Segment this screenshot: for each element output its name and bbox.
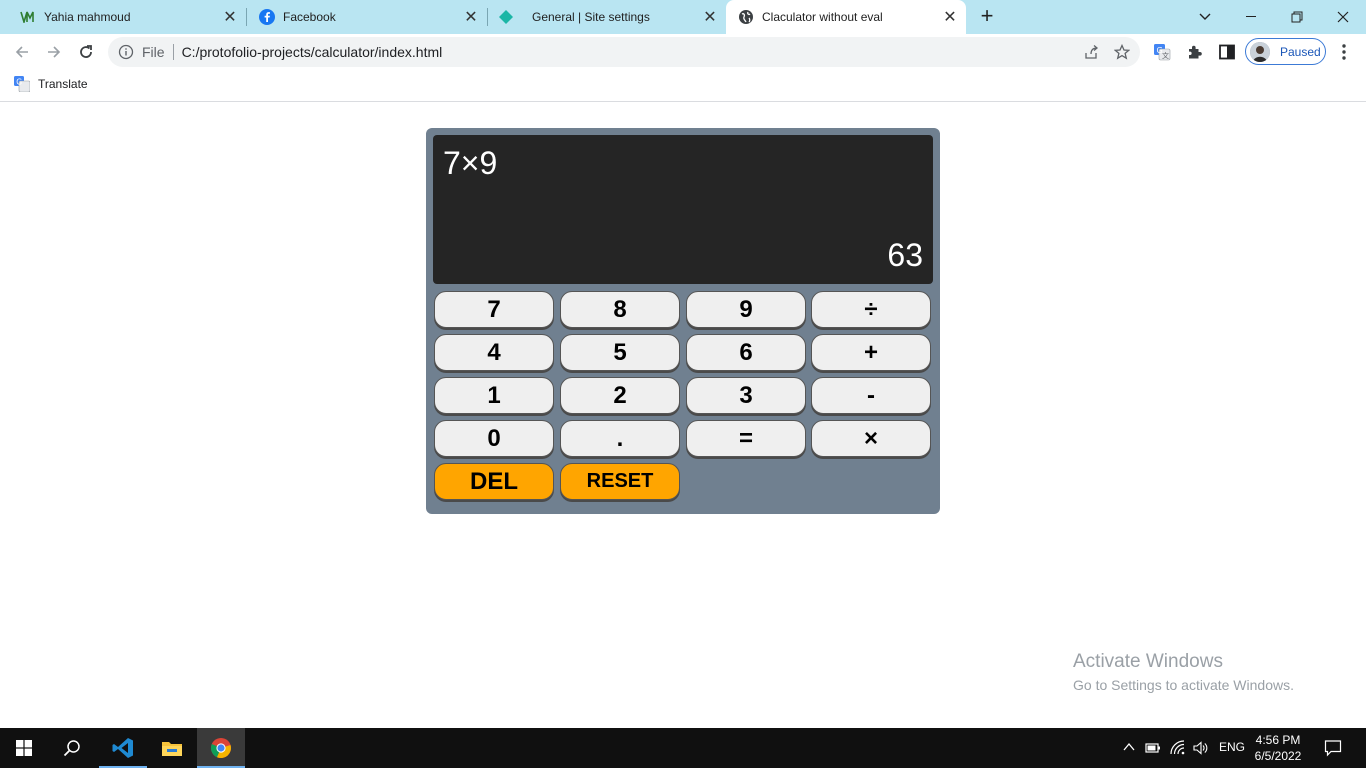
tab-title: Yahia mahmoud bbox=[44, 10, 131, 24]
key-3[interactable]: 3 bbox=[686, 377, 806, 414]
tab-title: Facebook bbox=[283, 10, 336, 24]
diamond-icon bbox=[498, 9, 514, 25]
close-tab-icon[interactable]: ✕ bbox=[700, 7, 720, 27]
key-multiply[interactable]: × bbox=[811, 420, 931, 457]
bookmark-translate[interactable]: G Translate bbox=[14, 76, 88, 92]
del-button[interactable]: DEL bbox=[434, 463, 554, 500]
restore-icon[interactable] bbox=[1274, 0, 1320, 34]
search-icon[interactable] bbox=[48, 728, 96, 768]
key-minus[interactable]: - bbox=[811, 377, 931, 414]
key-7[interactable]: 7 bbox=[434, 291, 554, 328]
address-bar[interactable]: File C:/protofolio-projects/calculator/i… bbox=[108, 37, 1140, 67]
file-explorer-icon[interactable] bbox=[148, 728, 196, 768]
facebook-icon bbox=[259, 9, 275, 25]
more-menu-icon[interactable] bbox=[1336, 42, 1352, 62]
url-text[interactable]: C:/protofolio-projects/calculator/index.… bbox=[182, 44, 443, 60]
reload-button[interactable] bbox=[72, 38, 100, 66]
key-decimal[interactable]: . bbox=[560, 420, 680, 457]
minimize-icon[interactable] bbox=[1228, 0, 1274, 34]
key-8[interactable]: 8 bbox=[560, 291, 680, 328]
reset-button[interactable]: RESET bbox=[560, 463, 680, 500]
info-icon[interactable] bbox=[118, 44, 134, 60]
key-4[interactable]: 4 bbox=[434, 334, 554, 371]
language-indicator[interactable]: ENG bbox=[1219, 740, 1245, 754]
watermark-title: Activate Windows bbox=[1073, 651, 1223, 672]
back-button[interactable] bbox=[8, 38, 36, 66]
tab-facebook[interactable]: Facebook ✕ bbox=[247, 0, 487, 34]
clock-date: 6/5/2022 bbox=[1254, 749, 1302, 763]
clock-time: 4:56 PM bbox=[1255, 733, 1301, 747]
key-5[interactable]: 5 bbox=[560, 334, 680, 371]
tab-yahia-mahmoud[interactable]: Yahia mahmoud ✕ bbox=[0, 0, 246, 34]
show-hidden-icons-icon[interactable] bbox=[1123, 742, 1135, 752]
tab-strip: Yahia mahmoud ✕ Facebook ✕ General | Sit… bbox=[0, 0, 1366, 34]
wifi-icon[interactable] bbox=[1170, 740, 1186, 756]
tab-title: Claculator without eval bbox=[762, 10, 883, 24]
volume-icon[interactable] bbox=[1192, 740, 1208, 756]
key-1[interactable]: 1 bbox=[434, 377, 554, 414]
google-translate-icon: G bbox=[14, 76, 30, 92]
close-window-icon[interactable] bbox=[1320, 0, 1366, 34]
key-9[interactable]: 9 bbox=[686, 291, 806, 328]
result-display: 63 bbox=[887, 237, 923, 273]
key-0[interactable]: 0 bbox=[434, 420, 554, 457]
close-tab-icon[interactable]: ✕ bbox=[461, 7, 481, 27]
google-translate-icon[interactable]: G文 bbox=[1153, 43, 1171, 61]
svg-text:文: 文 bbox=[1162, 51, 1169, 60]
tab-search-chevron-icon[interactable] bbox=[1182, 0, 1228, 34]
bookmark-star-icon[interactable] bbox=[1114, 44, 1130, 60]
key-2[interactable]: 2 bbox=[560, 377, 680, 414]
extensions-puzzle-icon[interactable] bbox=[1186, 43, 1204, 61]
browser-toolbar: File C:/protofolio-projects/calculator/i… bbox=[0, 34, 1366, 70]
clock[interactable]: 4:56 PM 6/5/2022 bbox=[1250, 732, 1306, 764]
ym-logo-icon bbox=[20, 9, 36, 25]
calculator-display: 7×9 63 bbox=[433, 135, 933, 284]
calculator: 7×9 63 7 8 9 ÷ 4 5 6 + 1 2 3 - 0 . = × D… bbox=[426, 128, 940, 514]
chrome-icon[interactable] bbox=[197, 728, 245, 768]
bookmark-label: Translate bbox=[38, 77, 88, 91]
side-panel-icon[interactable] bbox=[1218, 43, 1236, 61]
close-tab-icon[interactable]: ✕ bbox=[940, 7, 960, 27]
profile-button[interactable]: Paused bbox=[1245, 38, 1326, 65]
tab-site-settings[interactable]: General | Site settings ✕ bbox=[488, 0, 726, 34]
share-icon[interactable] bbox=[1083, 44, 1099, 60]
url-separator bbox=[172, 44, 174, 60]
vscode-icon[interactable] bbox=[99, 728, 147, 768]
activate-windows-watermark: Activate Windows Go to Settings to activ… bbox=[1073, 651, 1294, 693]
tab-calculator[interactable]: Claculator without eval ✕ bbox=[726, 0, 966, 34]
key-6[interactable]: 6 bbox=[686, 334, 806, 371]
tab-title: General | Site settings bbox=[532, 10, 650, 24]
forward-button[interactable] bbox=[40, 38, 68, 66]
url-scheme-label: File bbox=[142, 44, 165, 60]
key-plus[interactable]: + bbox=[811, 334, 931, 371]
notifications-icon[interactable] bbox=[1324, 739, 1342, 757]
globe-icon bbox=[738, 9, 754, 25]
key-divide[interactable]: ÷ bbox=[811, 291, 931, 328]
battery-icon[interactable] bbox=[1145, 741, 1161, 755]
watermark-subtitle: Go to Settings to activate Windows. bbox=[1073, 677, 1294, 693]
avatar bbox=[1250, 41, 1270, 62]
profile-status-label: Paused bbox=[1280, 44, 1321, 59]
close-tab-icon[interactable]: ✕ bbox=[220, 7, 240, 27]
new-tab-button[interactable]: + bbox=[976, 5, 998, 28]
svg-text:G: G bbox=[16, 78, 22, 87]
taskbar: ENG 4:56 PM 6/5/2022 bbox=[0, 728, 1366, 768]
windows-start-icon[interactable] bbox=[0, 728, 48, 768]
bookmarks-bar: G Translate bbox=[0, 70, 1366, 102]
expression-display: 7×9 bbox=[443, 145, 498, 181]
key-equals[interactable]: = bbox=[686, 420, 806, 457]
